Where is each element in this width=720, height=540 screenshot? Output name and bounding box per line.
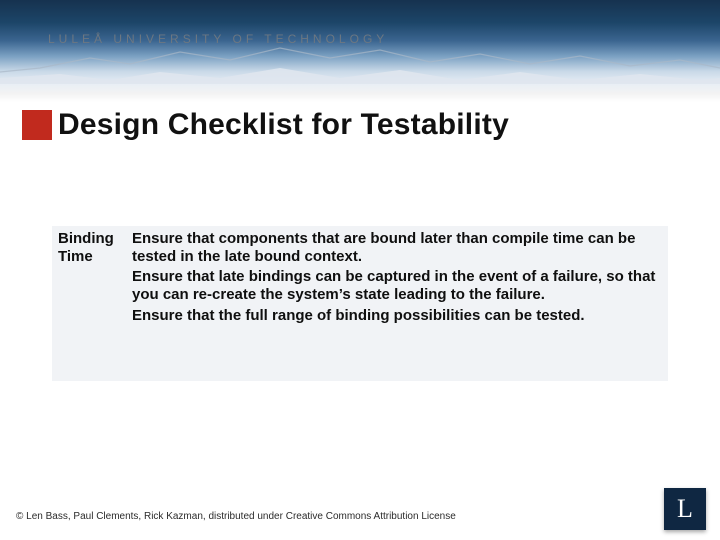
title-bullet-icon	[22, 110, 52, 140]
row-content: Ensure that components that are bound la…	[126, 226, 668, 337]
slide: LULEÅ UNIVERSITY OF TECHNOLOGY Design Ch…	[0, 0, 720, 540]
content-paragraph: Ensure that the full range of binding po…	[132, 307, 660, 325]
table-row: Binding Time Ensure that components that…	[52, 226, 668, 337]
logo-letter: L	[677, 494, 693, 524]
checklist-table: Binding Time Ensure that components that…	[52, 226, 668, 381]
content-paragraph: Ensure that late bindings can be capture…	[132, 268, 660, 303]
banner: LULEÅ UNIVERSITY OF TECHNOLOGY	[0, 0, 720, 102]
university-name: LULEÅ UNIVERSITY OF TECHNOLOGY	[48, 32, 388, 46]
empty-cell	[52, 337, 126, 381]
slide-title: Design Checklist for Testability	[58, 108, 509, 142]
content-paragraph: Ensure that components that are bound la…	[132, 230, 660, 265]
table-row	[52, 337, 668, 381]
title-row: Design Checklist for Testability	[22, 108, 700, 142]
row-label: Binding Time	[52, 226, 126, 337]
empty-cell	[126, 337, 668, 381]
footer-attribution: © Len Bass, Paul Clements, Rick Kazman, …	[16, 511, 456, 522]
university-logo: L	[664, 488, 706, 530]
